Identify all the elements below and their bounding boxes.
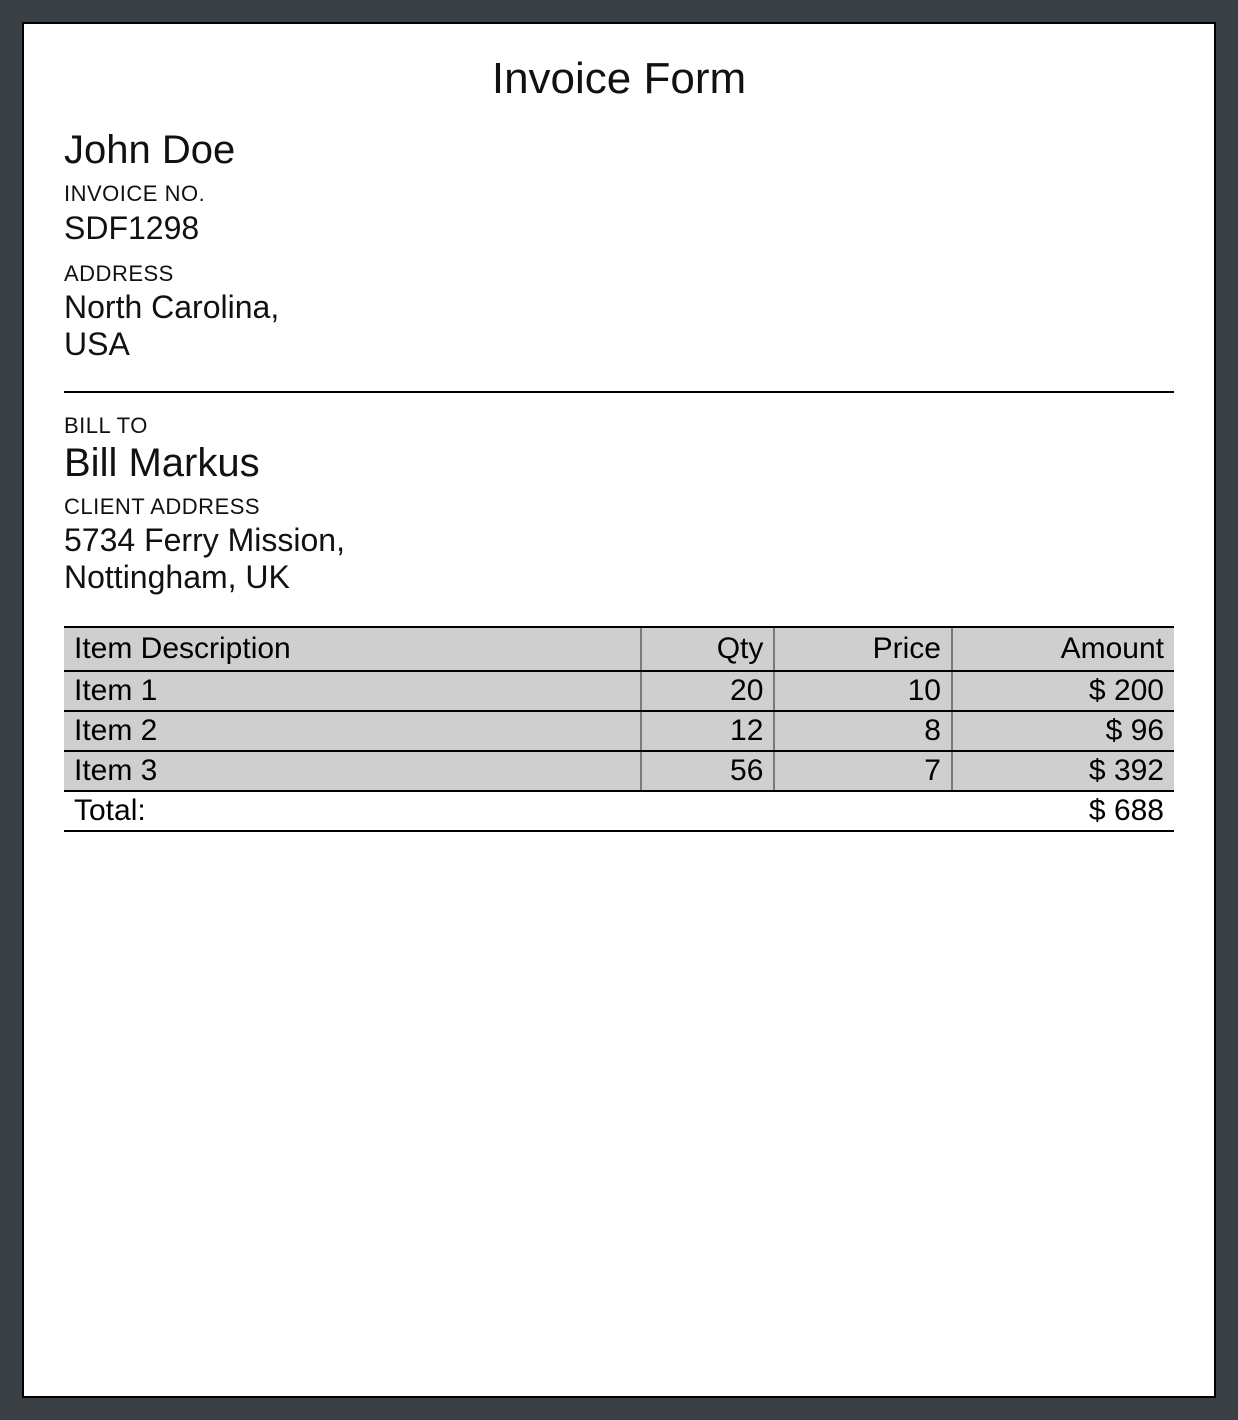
bill-to-name: Bill Markus xyxy=(64,441,1174,486)
cell-amount: $ 96 xyxy=(952,711,1174,751)
total-empty xyxy=(641,791,774,831)
cell-amount: $ 200 xyxy=(952,671,1174,711)
header-amount: Amount xyxy=(952,627,1174,671)
cell-description: Item 1 xyxy=(64,671,641,711)
total-label: Total: xyxy=(64,791,641,831)
cell-qty: 56 xyxy=(641,751,774,791)
table-header-row: Item Description Qty Price Amount xyxy=(64,627,1174,671)
table-row: Item 1 20 10 $ 200 xyxy=(64,671,1174,711)
items-table: Item Description Qty Price Amount Item 1… xyxy=(64,626,1174,832)
cell-description: Item 2 xyxy=(64,711,641,751)
total-amount: $ 688 xyxy=(952,791,1174,831)
cell-qty: 20 xyxy=(641,671,774,711)
table-row: Item 3 56 7 $ 392 xyxy=(64,751,1174,791)
table-row: Item 2 12 8 $ 96 xyxy=(64,711,1174,751)
sender-address-label: ADDRESS xyxy=(64,261,1174,287)
header-qty: Qty xyxy=(641,627,774,671)
client-address-line2: Nottingham, UK xyxy=(64,559,1174,596)
cell-price: 10 xyxy=(774,671,952,711)
invoice-no-value: SDF1298 xyxy=(64,209,1174,247)
invoice-page: Invoice Form John Doe INVOICE NO. SDF129… xyxy=(22,22,1216,1398)
header-price: Price xyxy=(774,627,952,671)
cell-price: 8 xyxy=(774,711,952,751)
cell-description: Item 3 xyxy=(64,751,641,791)
bill-to-label: BILL TO xyxy=(64,413,1174,439)
bill-to-block: BILL TO Bill Markus CLIENT ADDRESS 5734 … xyxy=(64,413,1174,596)
cell-amount: $ 392 xyxy=(952,751,1174,791)
total-empty xyxy=(774,791,952,831)
page-title: Invoice Form xyxy=(64,54,1174,104)
client-address-line1: 5734 Ferry Mission, xyxy=(64,522,1174,559)
client-address-label: CLIENT ADDRESS xyxy=(64,494,1174,520)
sender-address-line2: USA xyxy=(64,326,1174,363)
header-description: Item Description xyxy=(64,627,641,671)
sender-address-line1: North Carolina, xyxy=(64,289,1174,326)
cell-price: 7 xyxy=(774,751,952,791)
section-divider xyxy=(64,391,1174,393)
cell-qty: 12 xyxy=(641,711,774,751)
invoice-no-label: INVOICE NO. xyxy=(64,181,1174,207)
sender-name: John Doe xyxy=(64,128,1174,173)
sender-block: John Doe INVOICE NO. SDF1298 ADDRESS Nor… xyxy=(64,128,1174,363)
table-total-row: Total: $ 688 xyxy=(64,791,1174,831)
